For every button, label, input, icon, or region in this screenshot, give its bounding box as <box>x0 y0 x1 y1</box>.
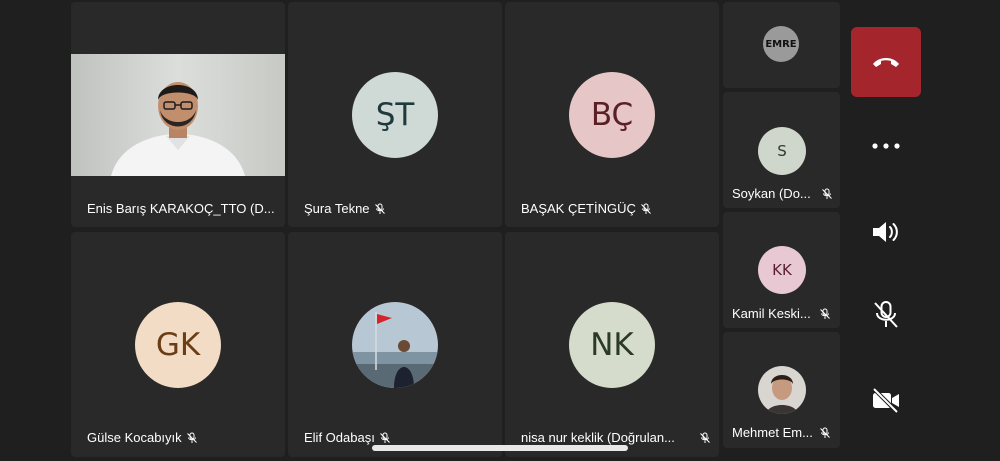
participant-name: Gülse Kocabıyık <box>87 430 182 445</box>
phone-hangup-icon <box>873 58 899 67</box>
mic-off-icon <box>379 432 390 443</box>
participant-tile-3[interactable]: BÇ BAŞAK ÇETİNGÜÇ <box>505 2 719 227</box>
mic-off-icon <box>819 308 830 319</box>
avatar-initials: KK <box>772 261 792 279</box>
participant-name: Elif Odabaşı <box>304 430 375 445</box>
avatar: ŞT <box>352 72 438 158</box>
avatar: GK <box>135 302 221 388</box>
home-indicator <box>372 445 628 451</box>
participant-name-row: Şura Tekne <box>304 201 494 216</box>
avatar: KK <box>758 246 806 294</box>
participant-video <box>71 54 285 176</box>
mic-off-icon <box>640 203 651 214</box>
participant-tile-5[interactable]: Elif Odabaşı <box>288 232 502 457</box>
avatar-photo <box>758 366 806 414</box>
mic-off-icon <box>700 432 710 443</box>
participant-tile-6[interactable]: NK nisa nur keklik (Doğrulan... <box>505 232 719 457</box>
participant-tile-1[interactable]: Enis Barış KARAKOÇ_TTO (D... <box>71 2 285 227</box>
participant-name-row: Elif Odabaşı <box>304 430 494 445</box>
mic-off-icon <box>820 427 830 438</box>
participant-tile-4[interactable]: GK Gülse Kocabıyık <box>71 232 285 457</box>
side-participant-tile-4[interactable]: Mehmet Em... <box>723 332 840 448</box>
participant-name: BAŞAK ÇETİNGÜÇ <box>521 201 636 216</box>
mic-off-icon <box>821 188 832 199</box>
side-participant-tile-1[interactable]: EMRE <box>723 2 840 88</box>
participant-name-row: Mehmet Em... <box>732 425 836 440</box>
participant-name: nisa nur keklik (Doğrulan... <box>521 430 675 445</box>
mic-off-icon <box>374 203 385 214</box>
mic-off-icon <box>186 432 197 443</box>
side-participant-tile-3[interactable]: KK Kamil Keski... <box>723 212 840 328</box>
mic-off-icon <box>874 301 898 328</box>
microphone-toggle-button[interactable] <box>864 295 908 335</box>
camera-toggle-button[interactable] <box>864 380 908 420</box>
participant-tile-2[interactable]: ŞT Şura Tekne <box>288 2 502 227</box>
speaker-icon <box>873 222 898 242</box>
participant-name-row: BAŞAK ÇETİNGÜÇ <box>521 201 711 216</box>
participant-name-row: Gülse Kocabıyık <box>87 430 277 445</box>
avatar-initials: BÇ <box>590 97 634 133</box>
avatar: S <box>758 127 806 175</box>
avatar-photo <box>352 302 438 388</box>
participant-name: Soykan (Do... <box>732 186 811 201</box>
participant-name: Enis Barış KARAKOÇ_TTO (D... <box>87 201 275 216</box>
avatar-logo-text: EMRE <box>765 38 797 50</box>
participant-name-row: Enis Barış KARAKOÇ_TTO (D... <box>87 201 277 216</box>
participant-name: Şura Tekne <box>304 201 370 216</box>
more-options-button[interactable] <box>864 130 908 162</box>
participant-name-row: Soykan (Do... <box>732 186 836 201</box>
avatar-logo: EMRE <box>763 26 799 62</box>
participant-name: Mehmet Em... <box>732 425 813 440</box>
avatar-initials: ŞT <box>375 97 415 133</box>
participant-name: Kamil Keski... <box>732 306 811 321</box>
avatar: NK <box>569 302 655 388</box>
participant-name-row: nisa nur keklik (Doğrulan... <box>521 430 711 445</box>
camera-off-icon <box>872 387 899 413</box>
avatar-initials: GK <box>155 327 201 363</box>
more-icon <box>872 143 900 149</box>
side-participant-tile-2[interactable]: S Soykan (Do... <box>723 92 840 208</box>
end-call-button[interactable] <box>851 27 921 97</box>
speaker-button[interactable] <box>864 212 908 252</box>
avatar-initials: NK <box>590 327 634 363</box>
avatar-initials: S <box>777 142 787 160</box>
participant-name-row: Kamil Keski... <box>732 306 836 321</box>
avatar: BÇ <box>569 72 655 158</box>
